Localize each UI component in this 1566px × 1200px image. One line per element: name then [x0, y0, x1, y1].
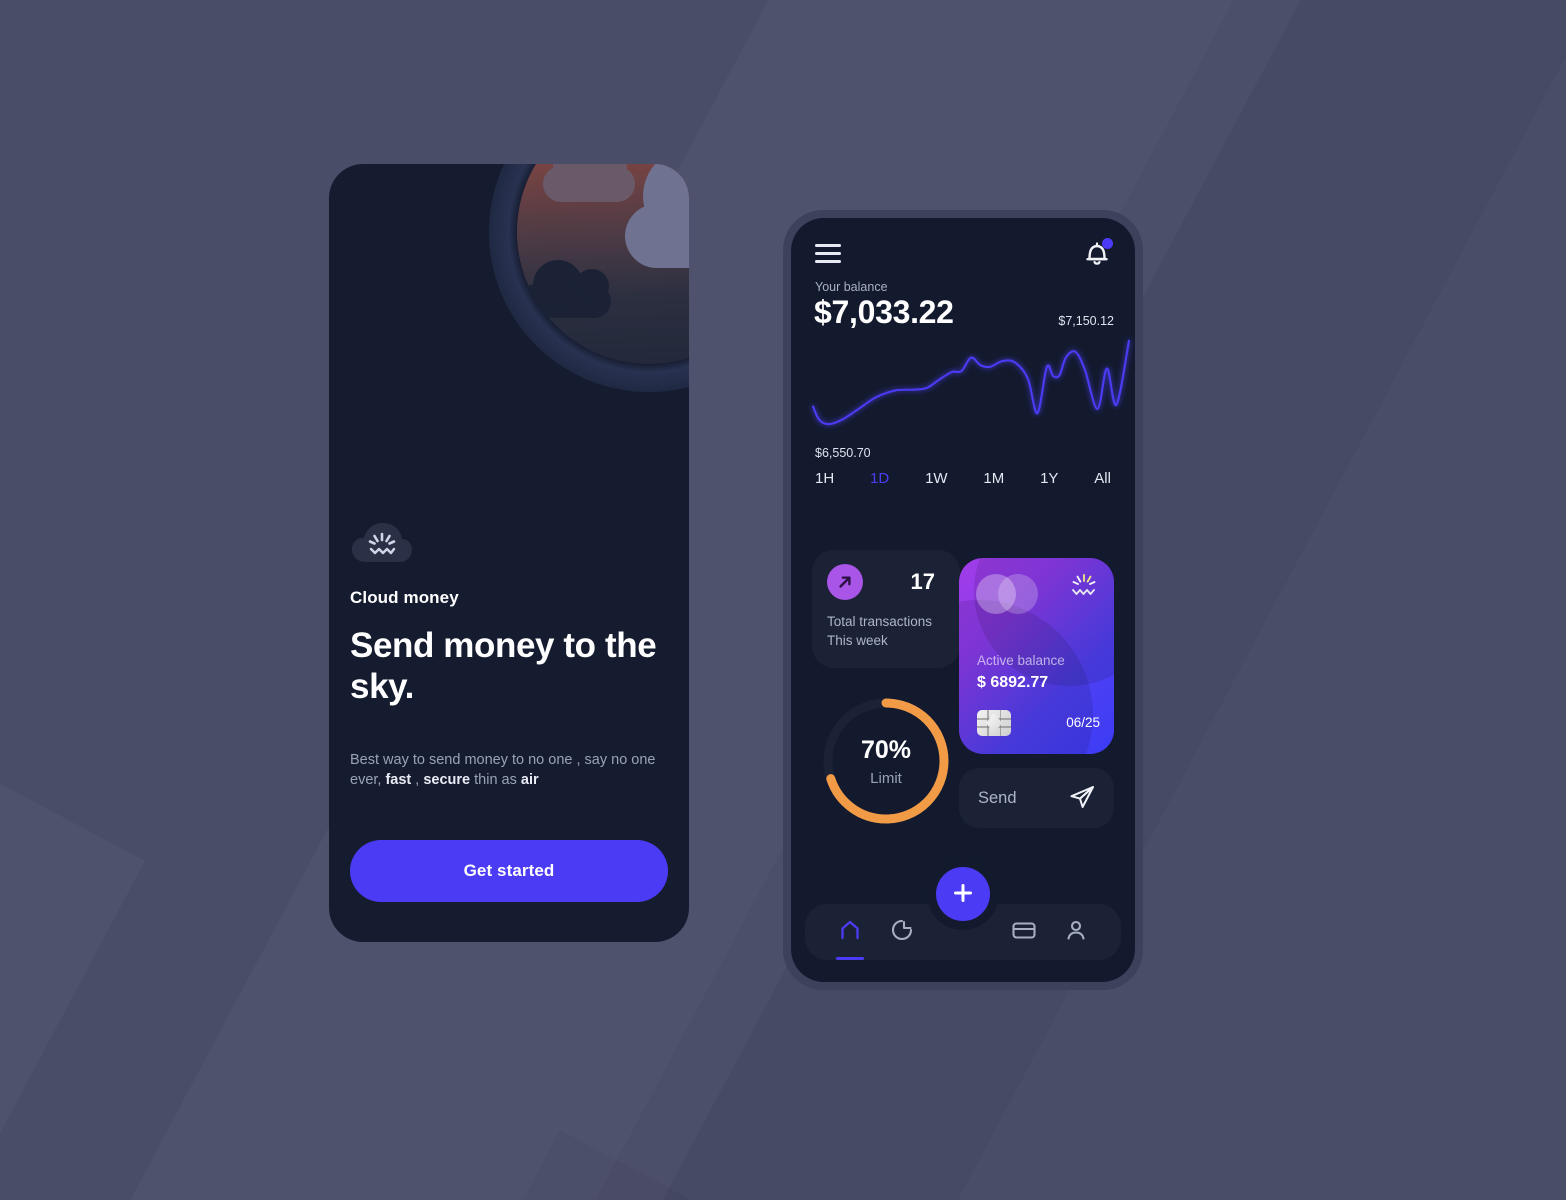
dashboard-phone-frame: Your balance $7,033.22 $7,150.12 $6,550.… [783, 210, 1143, 990]
range-tab-1y[interactable]: 1Y [1040, 470, 1058, 487]
balance-label: Your balance [815, 280, 888, 294]
desc-bold-fast: fast [385, 772, 412, 789]
desc-bold-secure: secure [423, 772, 471, 789]
range-tab-row: 1H 1D 1W 1M 1Y All [805, 470, 1121, 487]
transactions-count: 17 [910, 569, 935, 594]
brand-name: Cloud money [350, 588, 459, 607]
desc-bold-air: air [520, 772, 539, 789]
range-tab-1h[interactable]: 1H [815, 470, 834, 487]
hamburger-menu-icon[interactable] [815, 243, 841, 263]
range-tab-1d[interactable]: 1D [870, 470, 889, 487]
credit-card-icon [1011, 918, 1037, 947]
balance-sparkline-chart [811, 339, 1131, 426]
nav-item-stats[interactable] [883, 909, 921, 955]
limit-gauge: 70% Limit [812, 686, 960, 836]
home-icon [838, 918, 862, 947]
desc-part-2: , [411, 772, 424, 789]
hamburger-line [815, 243, 841, 247]
logo-circle-right [998, 574, 1038, 614]
sparkline-path [811, 339, 1131, 426]
transactions-label: Total transactions This week [827, 613, 945, 650]
backdrop-band-4 [0, 720, 145, 1200]
send-button-label: Send [978, 788, 1017, 807]
transactions-label-line2: This week [827, 632, 888, 648]
range-tab-1m[interactable]: 1M [983, 470, 1004, 487]
card-balance-value: $ 6892.77 [977, 674, 1049, 691]
nav-item-home[interactable] [831, 909, 869, 960]
onboarding-content: Cloud money Send money to the sky. Best … [350, 518, 668, 791]
card-chip-icon [977, 710, 1011, 736]
chart-low-value: $6,550.70 [815, 446, 871, 460]
person-icon [1064, 918, 1088, 947]
planet-illustration [489, 164, 689, 392]
fab-cutout [927, 858, 999, 930]
limit-label: Limit [870, 769, 902, 787]
cloud-burst-icon [350, 518, 414, 566]
pie-chart-icon [890, 918, 914, 947]
send-button[interactable]: Send [959, 768, 1114, 828]
card-expiry: 06/25 [1066, 715, 1100, 730]
nav-active-indicator [836, 957, 864, 960]
cloud-shape-large [625, 164, 689, 268]
arrow-up-right-icon [827, 564, 863, 600]
limit-percent: 70% [860, 735, 912, 764]
nav-item-cards[interactable] [1005, 909, 1043, 955]
dashboard-screen: Your balance $7,033.22 $7,150.12 $6,550.… [791, 218, 1135, 982]
top-bar [815, 236, 1113, 270]
onboarding-screen: Cloud money Send money to the sky. Best … [329, 164, 689, 942]
plus-icon [950, 880, 976, 909]
hamburger-line [815, 251, 841, 255]
nav-item-profile[interactable] [1057, 909, 1095, 955]
onboarding-description: Best way to send money to no one , say n… [350, 750, 668, 791]
transactions-header-row: 17 [827, 564, 945, 600]
get-started-button[interactable]: Get started [350, 840, 668, 902]
range-tab-1w[interactable]: 1W [925, 470, 948, 487]
hamburger-line [815, 259, 841, 263]
total-transactions-card[interactable]: 17 Total transactions This week [812, 550, 960, 668]
add-button[interactable] [936, 867, 990, 921]
cloud-shape-small [543, 164, 635, 202]
balance-amount: $7,033.22 [814, 294, 954, 330]
transactions-label-line1: Total transactions [827, 614, 933, 629]
gauge-center-text: 70% Limit [812, 686, 960, 836]
paper-plane-icon [1068, 783, 1096, 814]
notification-bell-icon[interactable] [1083, 237, 1113, 269]
cloud-shape-dark [519, 260, 611, 318]
chart-high-value: $7,150.12 [1058, 314, 1114, 328]
desc-part-3: thin as [470, 772, 521, 789]
page-title: Send money to the sky. [350, 626, 657, 707]
card-balance-label: Active balance [977, 653, 1065, 668]
range-tab-all[interactable]: All [1094, 470, 1111, 487]
notification-badge-dot [1102, 238, 1113, 249]
credit-card-widget[interactable]: Active balance $ 6892.77 06/25 [959, 558, 1114, 754]
cloud-burst-icon [1067, 572, 1101, 607]
